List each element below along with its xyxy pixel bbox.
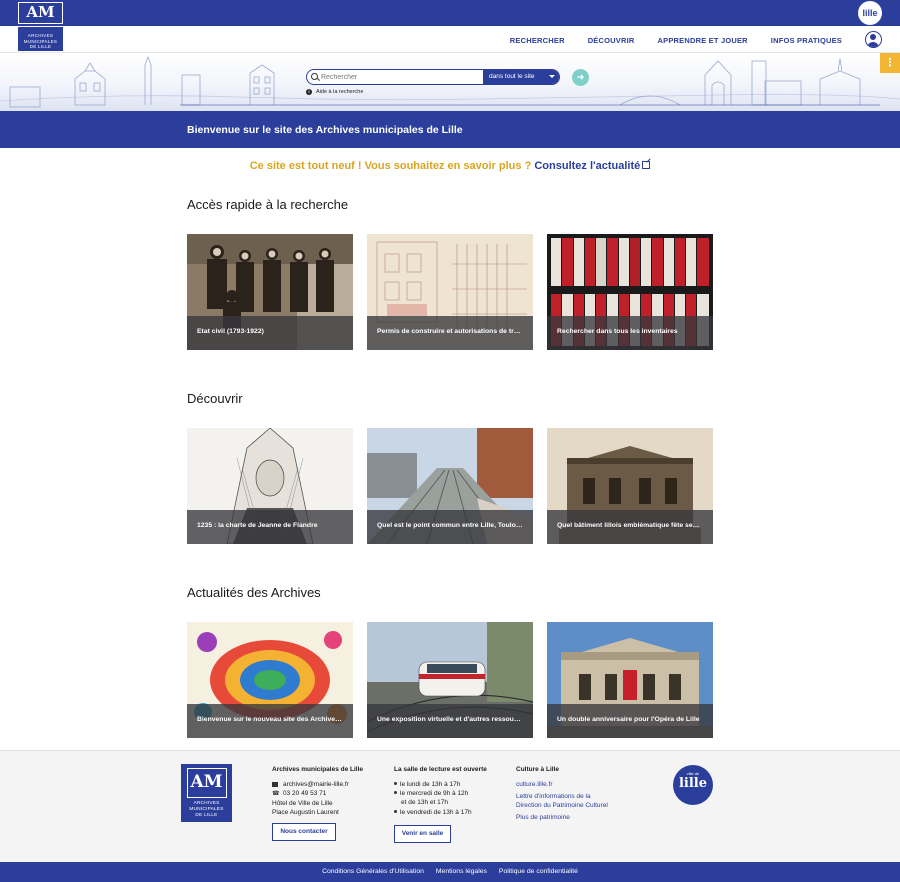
footer-phone[interactable]: 03 20 49 53 71 <box>283 789 326 798</box>
footer-hours-line1: le lundi de 13h à 17h <box>394 780 460 789</box>
footer-link-newsletter-2[interactable]: Direction du Patrimoine Culturel <box>516 801 608 810</box>
section-title-acces-rapide: Accès rapide à la recherche <box>187 197 349 212</box>
welcome-banner: Bienvenue sur le site des Archives munic… <box>0 111 900 148</box>
footer-ville-de-lille-badge[interactable]: ville de lille <box>673 765 713 805</box>
footer-archives-logo[interactable]: AM ARCHIVES MUNICIPALES DE LILLE <box>181 764 232 822</box>
card-batiment-lillois[interactable]: Quel bâtiment lillois emblématique fête … <box>547 428 713 544</box>
card-exposition-virtuelle[interactable]: Une exposition virtuelle et d'autres res… <box>367 622 533 738</box>
card-etat-civil[interactable]: Etat civil (1793-1922) <box>187 234 353 350</box>
card-charte-jeanne[interactable]: 1235 : la charte de Jeanne de Flandre <box>187 428 353 544</box>
card-caption: Bienvenue sur le nouveau site des Archiv… <box>187 704 353 738</box>
news-link[interactable]: Consultez l'actualité <box>534 160 640 172</box>
nav-decouvrir[interactable]: DÉCOUVRIR <box>588 36 635 45</box>
card-caption: Etat civil (1793-1922) <box>187 316 353 350</box>
section-title-decouvrir: Découvrir <box>187 391 243 406</box>
phone-icon: ☎ <box>272 791 280 797</box>
search-go-button[interactable]: ➜ <box>572 69 589 86</box>
search-scope-select[interactable]: dans tout le site <box>483 70 559 84</box>
archives-logo-subtitle[interactable]: ARCHIVES MUNICIPALES DE LILLE <box>18 27 63 51</box>
card-caption: Un double anniversaire pour l'Opéra de L… <box>547 704 713 738</box>
archives-logo[interactable]: AM <box>18 2 63 24</box>
footer-hours-title: La salle de lecture est ouverte <box>394 766 487 773</box>
search-help-link[interactable]: i Aide à la recherche <box>306 89 363 95</box>
arrow-right-icon: ➜ <box>576 72 585 82</box>
nav-apprendre-et-jouer[interactable]: APPRENDRE ET JOUER <box>658 36 748 45</box>
card-caption: 1235 : la charte de Jeanne de Flandre <box>187 510 353 544</box>
search-bar: dans tout le site <box>306 69 560 85</box>
footer-address-1: Hôtel de Ville de Lille <box>272 800 333 807</box>
chevron-down-icon <box>549 75 555 78</box>
footer-email[interactable]: archives@mairie-lille.fr <box>283 780 349 789</box>
link-cgu[interactable]: Conditions Générales d'Utilisation <box>322 862 424 882</box>
footer-culture-title: Culture à Lille <box>516 766 559 773</box>
card-caption: Rechercher dans tous les inventaires <box>547 316 713 350</box>
card-nouveau-site[interactable]: Bienvenue sur le nouveau site des Archiv… <box>187 622 353 738</box>
card-caption: Une exposition virtuelle et d'autres res… <box>367 704 533 738</box>
mail-icon <box>272 782 278 787</box>
card-opera-anniversaire[interactable]: Un double anniversaire pour l'Opéra de L… <box>547 622 713 738</box>
card-point-commun[interactable]: Quel est le point commun entre Lille, To… <box>367 428 533 544</box>
legal-bar: Conditions Générales d'Utilisation Menti… <box>0 862 900 882</box>
nav-infos-pratiques[interactable]: INFOS PRATIQUES <box>771 36 842 45</box>
search-input[interactable] <box>321 70 485 84</box>
link-mentions-legales[interactable]: Mentions légales <box>436 862 487 882</box>
side-menu-tab[interactable]: ⋮ <box>880 53 900 73</box>
external-link-icon <box>642 161 651 169</box>
link-confidentialite[interactable]: Politique de confidentialité <box>499 862 578 882</box>
footer-hours-line2b: et de 13h et 17h <box>401 799 448 806</box>
card-caption: Quel bâtiment lillois emblématique fête … <box>547 510 713 544</box>
welcome-title: Bienvenue sur le site des Archives munic… <box>187 124 463 136</box>
footer-link-newsletter[interactable]: Lettre d'informations de la <box>516 792 591 801</box>
footer-link-patrimoine[interactable]: Plus de patrimoine <box>516 813 570 822</box>
footer-link-culture[interactable]: culture.lille.fr <box>516 780 552 789</box>
footer-hours-line3: le vendredi de 13h à 17h <box>394 808 472 817</box>
main-nav: RECHERCHER DÉCOUVRIR APPRENDRE ET JOUER … <box>510 36 842 45</box>
card-caption: Permis de construire et autorisations de… <box>367 316 533 350</box>
search-icon <box>311 73 318 80</box>
news-announcement: Ce site est tout neuf ! Vous souhaitez e… <box>0 160 900 172</box>
footer-contact-title: Archives municipales de Lille <box>272 766 364 773</box>
footer-hours-line2: le mercredi de 9h à 12h <box>394 789 468 798</box>
card-caption: Quel est le point commun entre Lille, To… <box>367 510 533 544</box>
visit-button[interactable]: Venir en salle <box>394 825 451 843</box>
card-inventaires[interactable]: Rechercher dans tous les inventaires <box>547 234 713 350</box>
info-icon: i <box>306 89 312 95</box>
user-circle-icon[interactable] <box>865 31 882 48</box>
section-title-actualites: Actualités des Archives <box>187 585 321 600</box>
contact-button[interactable]: Nous contacter <box>272 823 336 841</box>
footer-address-2: Place Augustin Laurent <box>272 809 339 816</box>
ville-de-lille-badge[interactable]: lille <box>858 1 882 25</box>
card-permis-de-construire[interactable]: Permis de construire et autorisations de… <box>367 234 533 350</box>
nav-rechercher[interactable]: RECHERCHER <box>510 36 565 45</box>
top-bar <box>0 0 900 26</box>
